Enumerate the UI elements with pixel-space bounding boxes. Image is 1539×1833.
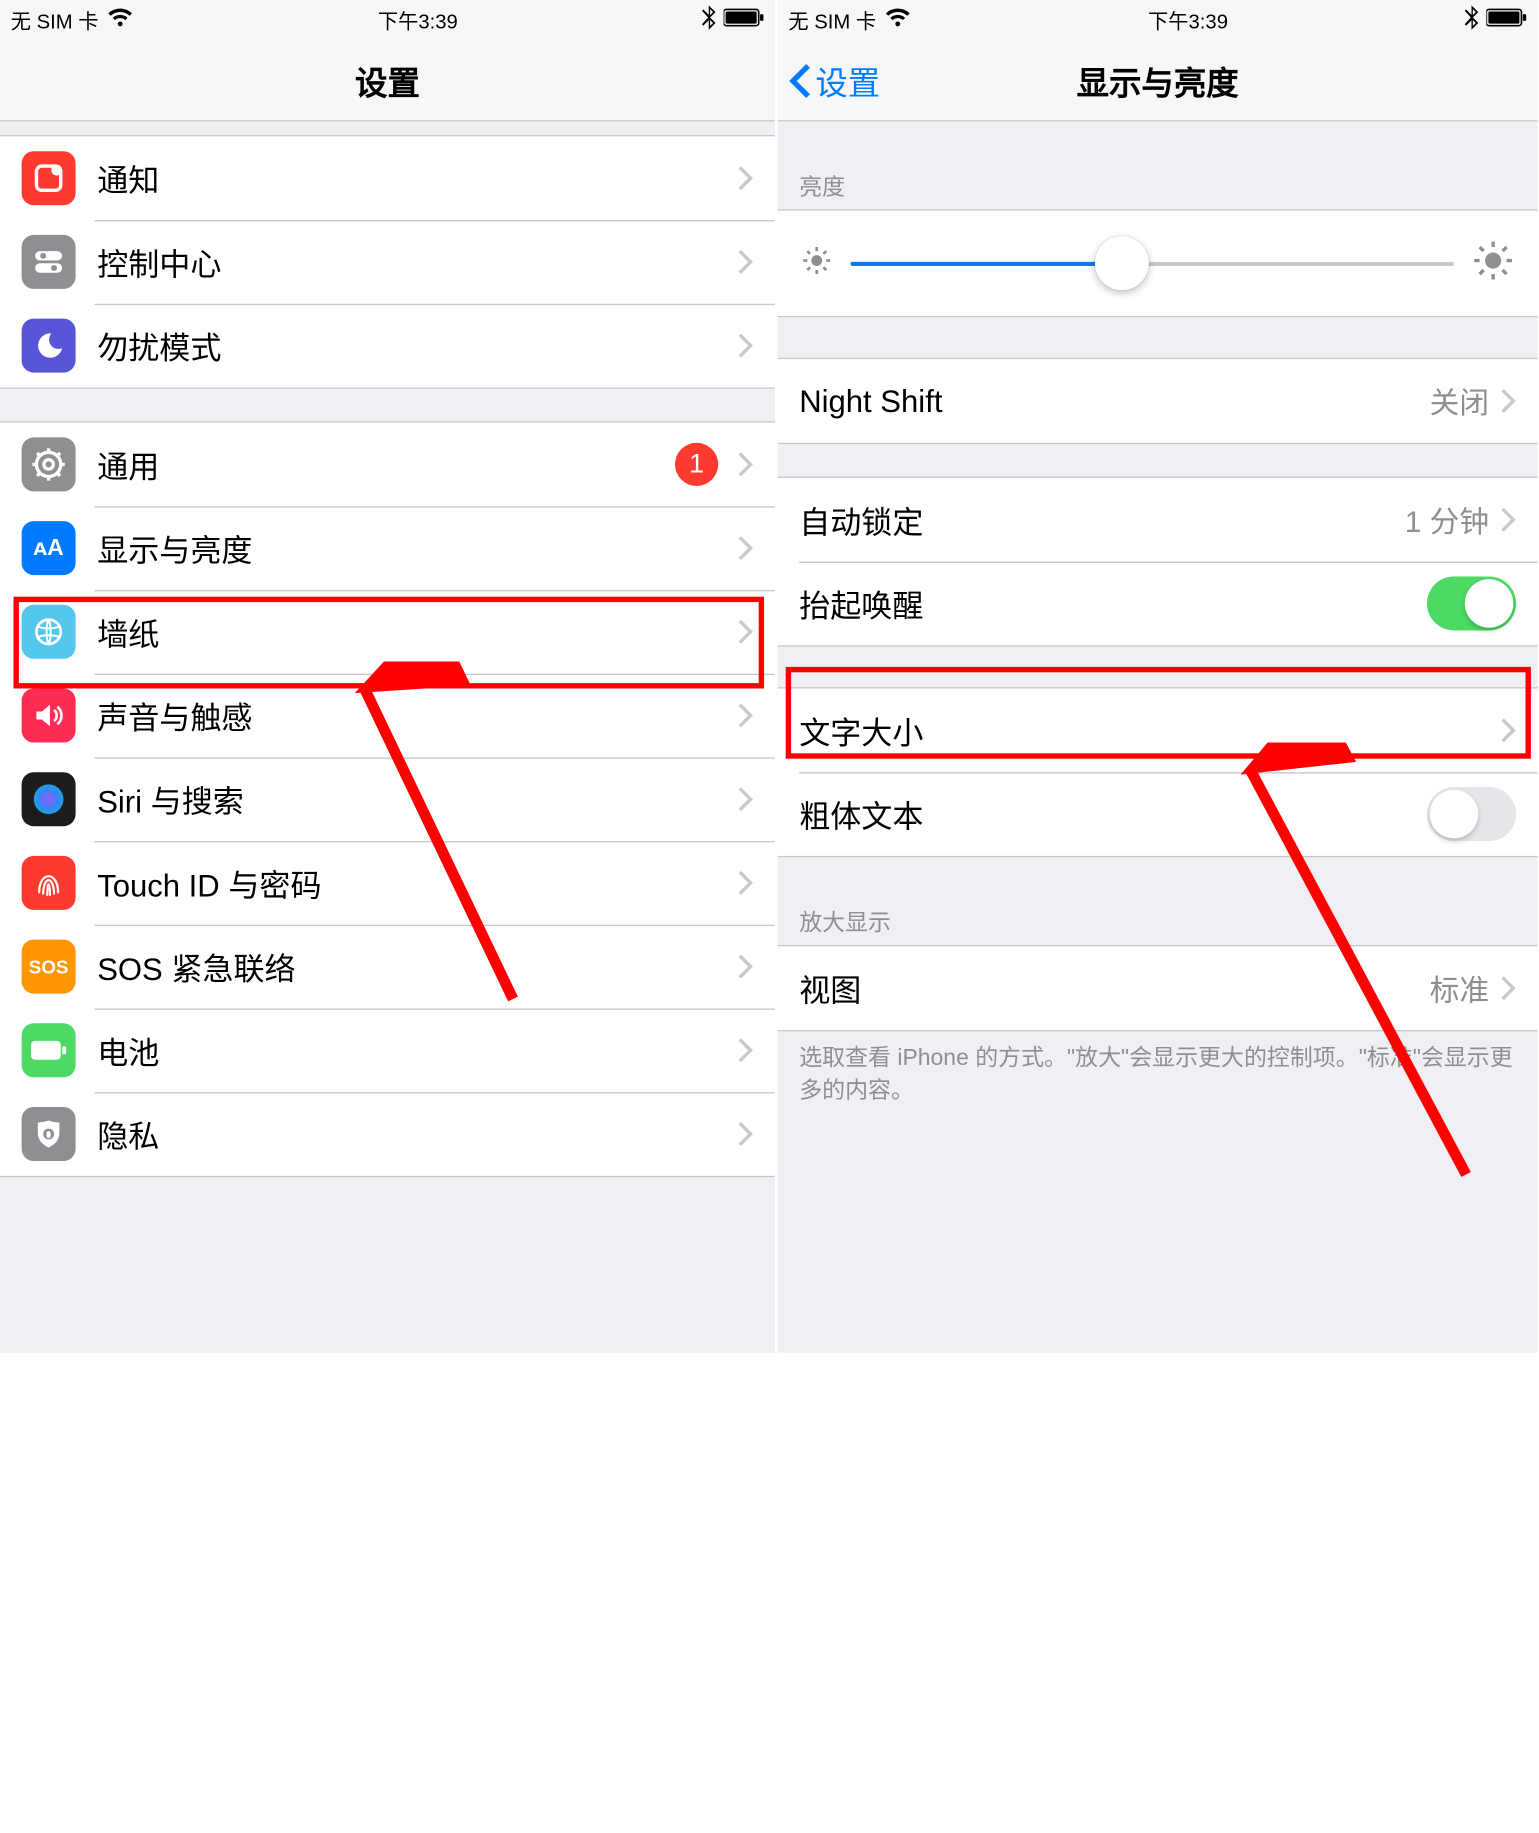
row-label: 文字大小 (799, 707, 1500, 753)
siri-icon (22, 772, 76, 826)
page-title: 设置 (355, 57, 420, 104)
row-label: Touch ID 与密码 (97, 860, 737, 906)
row-display-brightness[interactable]: ᴀA 显示与亮度 (0, 506, 775, 590)
row-label: 显示与亮度 (97, 525, 737, 571)
chevron-right-icon (737, 702, 753, 729)
row-label: Siri 与搜索 (97, 776, 737, 822)
brightness-header: 亮度 (778, 122, 1538, 210)
wifi-icon (107, 8, 134, 32)
row-do-not-disturb[interactable]: 勿扰模式 (0, 304, 775, 388)
battery-row-icon (22, 1023, 76, 1077)
clock-label: 下午3:39 (378, 6, 458, 34)
chevron-right-icon (1500, 506, 1516, 533)
sun-small-icon (802, 245, 832, 281)
slider-fill (851, 261, 1123, 265)
chevron-right-icon (737, 451, 753, 478)
row-text-size[interactable]: 文字大小 (778, 689, 1538, 773)
control-center-icon (22, 235, 76, 289)
row-label: Night Shift (799, 383, 1429, 419)
battery-icon (1486, 8, 1527, 32)
chevron-right-icon (1500, 717, 1516, 744)
carrier-label: 无 SIM 卡 (11, 6, 99, 34)
display-icon: ᴀA (22, 521, 76, 575)
chevron-right-icon (737, 786, 753, 813)
chevron-right-icon (737, 1037, 753, 1064)
status-bar: 无 SIM 卡 下午3:39 (778, 0, 1538, 41)
sun-big-icon (1473, 240, 1514, 287)
page-title: 显示与亮度 (1077, 57, 1239, 104)
row-bold-text[interactable]: 粗体文本 (778, 772, 1538, 856)
wallpaper-icon (22, 605, 76, 659)
row-label: 粗体文本 (799, 791, 1427, 837)
row-auto-lock[interactable]: 自动锁定 1 分钟 (778, 478, 1538, 562)
slider-track[interactable] (851, 261, 1454, 265)
chevron-right-icon (1500, 387, 1516, 414)
row-night-shift[interactable]: Night Shift 关闭 (778, 359, 1538, 443)
row-sos[interactable]: SOS SOS 紧急联络 (0, 925, 775, 1009)
zoom-header: 放大显示 (778, 890, 1538, 945)
clock-label: 下午3:39 (1148, 6, 1228, 34)
row-label: 抬起唤醒 (799, 581, 1427, 627)
chevron-right-icon (737, 332, 753, 359)
row-label: 墙纸 (97, 609, 737, 655)
chevron-right-icon (737, 953, 753, 980)
bluetooth-icon (702, 5, 716, 35)
carrier-label: 无 SIM 卡 (788, 6, 876, 34)
chevron-right-icon (737, 1121, 753, 1148)
row-touchid[interactable]: Touch ID 与密码 (0, 841, 775, 925)
wifi-icon (884, 8, 911, 32)
bluetooth-icon (1465, 5, 1479, 35)
row-label: 隐私 (97, 1111, 737, 1157)
chevron-right-icon (737, 248, 753, 275)
row-sounds[interactable]: 声音与触感 (0, 674, 775, 758)
row-label: 通知 (97, 155, 737, 201)
row-label: 通用 (97, 441, 675, 487)
brightness-slider[interactable] (778, 209, 1538, 317)
nav-bar: 设置 显示与亮度 (778, 41, 1538, 122)
row-raise-to-wake[interactable]: 抬起唤醒 (778, 562, 1538, 646)
bold-text-switch[interactable] (1427, 787, 1516, 841)
gear-icon (22, 437, 76, 491)
fingerprint-icon (22, 856, 76, 910)
row-label: 电池 (97, 1027, 737, 1073)
chevron-right-icon (737, 165, 753, 192)
back-button[interactable]: 设置 (788, 41, 880, 121)
sos-icon: SOS (22, 940, 76, 994)
sound-icon (22, 689, 76, 743)
row-general[interactable]: 通用 1 (0, 423, 775, 507)
back-label: 设置 (815, 57, 880, 104)
battery-icon (724, 8, 765, 32)
badge-count: 1 (675, 443, 718, 486)
settings-screen: 无 SIM 卡 下午3:39 设置 通知 (0, 0, 778, 1353)
moon-icon (22, 319, 76, 373)
chevron-right-icon (737, 869, 753, 896)
slider-thumb[interactable] (1095, 236, 1149, 290)
row-label: 视图 (799, 965, 1429, 1011)
row-label: 自动锁定 (799, 497, 1405, 543)
row-label: 勿扰模式 (97, 323, 737, 369)
row-view[interactable]: 视图 标准 (778, 946, 1538, 1030)
row-value: 标准 (1430, 967, 1489, 1010)
chevron-right-icon (737, 535, 753, 562)
notifications-icon (22, 151, 76, 205)
row-value: 1 分钟 (1405, 498, 1489, 541)
row-siri[interactable]: Siri 与搜索 (0, 757, 775, 841)
row-notifications[interactable]: 通知 (0, 136, 775, 220)
zoom-footer: 选取查看 iPhone 的方式。"放大"会显示更大的控制项。"标准"会显示更多的… (778, 1031, 1538, 1125)
row-label: SOS 紧急联络 (97, 944, 737, 990)
row-value: 关闭 (1430, 379, 1489, 422)
row-privacy[interactable]: 隐私 (0, 1092, 775, 1176)
chevron-right-icon (737, 618, 753, 645)
row-label: 控制中心 (97, 239, 737, 285)
status-bar: 无 SIM 卡 下午3:39 (0, 0, 775, 41)
raise-to-wake-switch[interactable] (1427, 576, 1516, 630)
display-brightness-screen: 无 SIM 卡 下午3:39 设置 显示与亮度 亮度 (778, 0, 1538, 1353)
privacy-icon (22, 1107, 76, 1161)
row-wallpaper[interactable]: 墙纸 (0, 590, 775, 674)
chevron-right-icon (1500, 975, 1516, 1002)
nav-bar: 设置 (0, 41, 775, 122)
row-battery[interactable]: 电池 (0, 1008, 775, 1092)
row-label: 声音与触感 (97, 693, 737, 739)
row-control-center[interactable]: 控制中心 (0, 220, 775, 304)
